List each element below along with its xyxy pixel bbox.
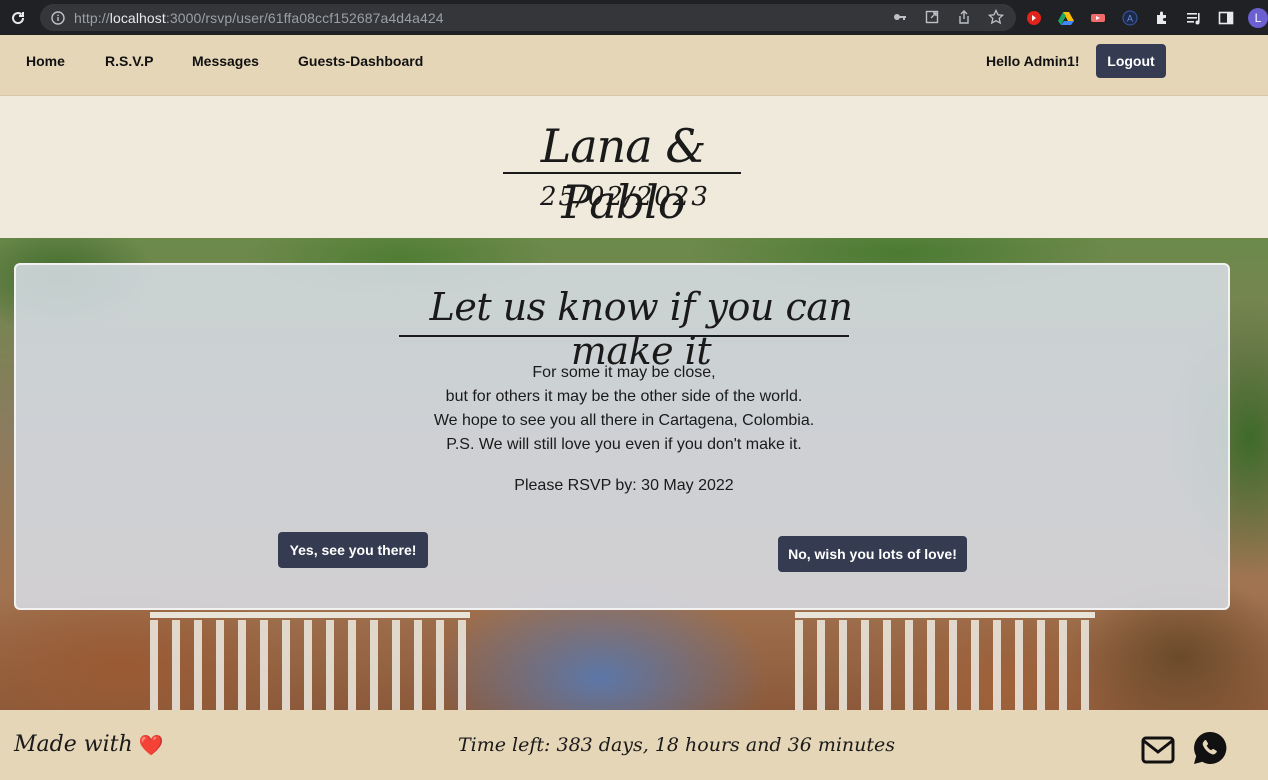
- rsvp-no-button[interactable]: No, wish you lots of love!: [778, 536, 967, 572]
- balcony-rail-left: [150, 620, 470, 710]
- rsvp-card: Let us know if you can make it For some …: [14, 263, 1230, 610]
- balcony-rail-right: [795, 620, 1095, 710]
- message-line: We hope to see you all there in Cartagen…: [433, 412, 815, 429]
- couple-names: Lana & Pablo: [540, 119, 707, 229]
- rsvp-yes-button[interactable]: Yes, see you there!: [278, 532, 428, 568]
- extension-arrow-icon[interactable]: [1088, 8, 1108, 28]
- logout-button[interactable]: Logout: [1096, 44, 1166, 78]
- mail-icon[interactable]: [1141, 736, 1175, 764]
- message-line: P.S. We will still love you even if you …: [446, 436, 802, 453]
- media-icon[interactable]: [1184, 8, 1204, 28]
- rsvp-deadline: Please RSVP by: 30 May 2022: [514, 477, 734, 494]
- user-greeting: Hello Admin1!: [986, 53, 1080, 69]
- svg-text:A: A: [1127, 14, 1133, 24]
- nav-home-link[interactable]: Home: [26, 53, 65, 69]
- made-with-label: Made with: [14, 732, 133, 757]
- balcony-rail-left-top: [150, 612, 470, 618]
- message-line: For some it may be close,: [532, 364, 716, 381]
- site-navbar: Home R.S.V.P Messages Guests-Dashboard H…: [0, 35, 1268, 96]
- reload-icon[interactable]: [0, 0, 36, 35]
- profile-avatar[interactable]: L: [1248, 8, 1268, 28]
- rsvp-title: Let us know if you can make it: [429, 285, 853, 373]
- couple-underline: [503, 172, 741, 174]
- puzzle-icon[interactable]: [1152, 8, 1172, 28]
- browser-toolbar: http://localhost:3000/rsvp/user/61ffa08c…: [0, 0, 1268, 35]
- extension-red-icon[interactable]: [1024, 8, 1044, 28]
- share-icon[interactable]: [956, 9, 972, 25]
- countdown-text: Time left: 383 days, 18 hours and 36 min…: [458, 734, 896, 756]
- heart-icon: ❤️: [138, 732, 164, 757]
- extension-a-icon[interactable]: A: [1120, 8, 1140, 28]
- address-bar[interactable]: http://localhost:3000/rsvp/user/61ffa08c…: [40, 4, 1016, 31]
- rsvp-message: For some it may be close, but for others…: [316, 361, 932, 457]
- wedding-date: 25/02/2023: [540, 182, 710, 212]
- sidebar-icon[interactable]: [1216, 8, 1236, 28]
- drive-icon[interactable]: [1056, 8, 1076, 28]
- nav-rsvp-link[interactable]: R.S.V.P: [105, 53, 154, 69]
- made-with-text: Made with ❤️: [14, 732, 164, 757]
- nav-guests-dashboard-link[interactable]: Guests-Dashboard: [298, 53, 423, 69]
- message-line: but for others it may be the other side …: [445, 388, 803, 405]
- info-icon[interactable]: [50, 10, 66, 26]
- star-icon[interactable]: [988, 9, 1004, 25]
- site-footer: Made with ❤️ Time left: 383 days, 18 hou…: [0, 710, 1268, 780]
- open-external-icon[interactable]: [924, 9, 940, 25]
- rsvp-title-underline: [399, 335, 849, 337]
- nav-messages-link[interactable]: Messages: [192, 53, 259, 69]
- balcony-rail-right-top: [795, 612, 1095, 618]
- wedding-header: Lana & Pablo 25/02/2023: [0, 96, 1268, 238]
- whatsapp-icon[interactable]: [1192, 730, 1228, 766]
- url-text: http://localhost:3000/rsvp/user/61ffa08c…: [74, 9, 444, 26]
- key-icon[interactable]: [892, 9, 908, 25]
